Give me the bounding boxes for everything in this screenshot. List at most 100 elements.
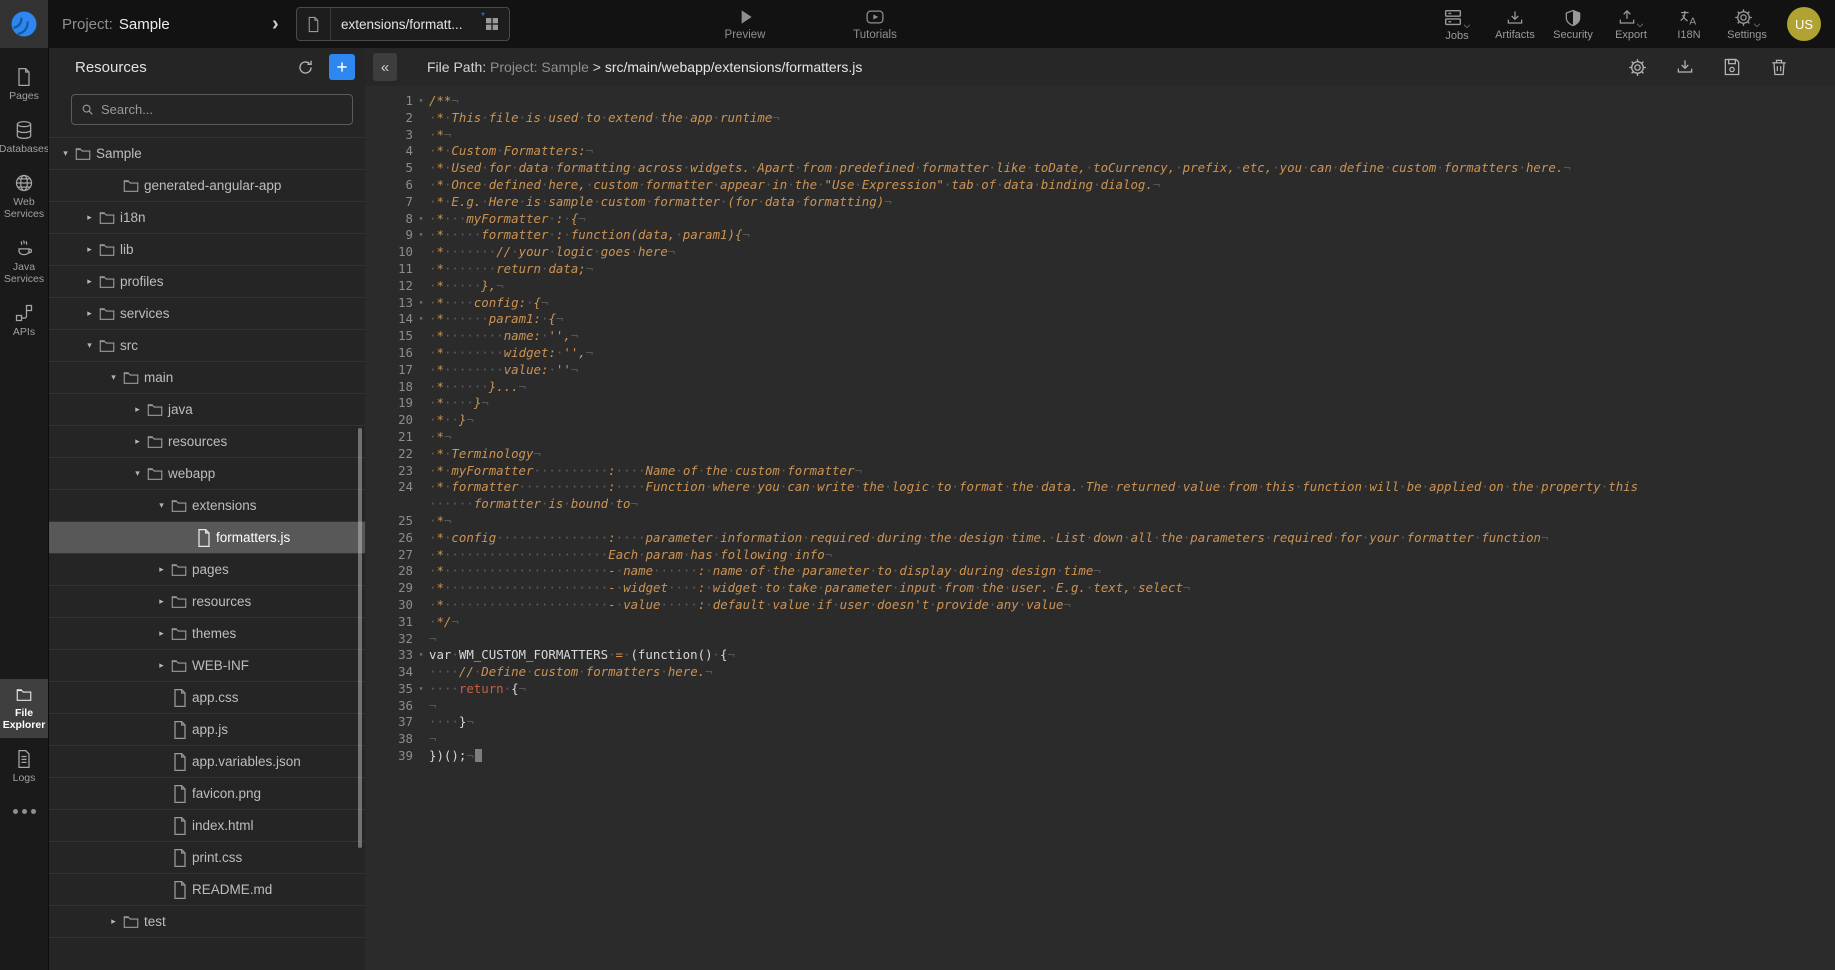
fold-arrow-icon[interactable]: ▾ (413, 211, 429, 228)
tree-item-app.js[interactable]: app.js (49, 714, 365, 746)
folder-icon (146, 465, 168, 483)
tree-right-arrow-icon[interactable]: ▸ (153, 596, 170, 607)
topbar-item-tutorials[interactable]: Tutorials (842, 0, 908, 48)
tree-right-arrow-icon[interactable]: ▸ (153, 660, 170, 671)
sidebar-item-file-explorer[interactable]: File Explorer (0, 679, 48, 738)
tree-right-arrow-icon[interactable]: ▸ (129, 404, 146, 415)
more-options-button[interactable] (0, 795, 48, 828)
tree-right-arrow-icon[interactable]: ▸ (153, 564, 170, 575)
folder-icon (170, 657, 192, 675)
tree-down-arrow-icon[interactable]: ▾ (57, 148, 74, 159)
tree-right-arrow-icon[interactable]: ▸ (81, 244, 98, 255)
folder-icon (98, 305, 120, 323)
tree-item-pages[interactable]: ▸ pages (49, 554, 365, 586)
folder-icon (98, 337, 120, 355)
settings-button[interactable] (1623, 53, 1652, 82)
tree-item-generated-angular-app[interactable]: generated-angular-app (49, 170, 365, 202)
topbar-item-artifacts[interactable]: Artifacts (1491, 0, 1539, 48)
tree-item-main[interactable]: ▾ main (49, 362, 365, 394)
topbar-item-preview[interactable]: Preview (712, 0, 778, 48)
search-icon (80, 102, 95, 117)
refresh-button[interactable] (292, 54, 319, 81)
dashboard-grid-icon[interactable]: * (475, 8, 509, 40)
tree-item-web-inf[interactable]: ▸ WEB-INF (49, 650, 365, 682)
delete-button[interactable] (1765, 53, 1793, 81)
tree-item-test[interactable]: ▸ test (49, 906, 365, 938)
code-line-9: 9▾·*·····formatter·:·function(data,·para… (365, 227, 1835, 244)
tree-item-src[interactable]: ▾ src (49, 330, 365, 362)
tree-item-resources[interactable]: ▸ resources (49, 586, 365, 618)
project-chevron-icon[interactable]: › (272, 0, 279, 48)
tree-item-readme.md[interactable]: README.md (49, 874, 365, 906)
tree-right-arrow-icon[interactable]: ▸ (81, 212, 98, 223)
sidebar-item-web-services[interactable]: Web Services (0, 166, 48, 227)
code-line-27: 27·*······················Each·param·has… (365, 547, 1835, 564)
tree-scrollbar[interactable] (358, 428, 362, 848)
topbar-item-security[interactable]: Security (1549, 0, 1597, 48)
fold-arrow-icon[interactable]: ▾ (413, 647, 429, 664)
tree-item-index.html[interactable]: index.html (49, 810, 365, 842)
tree-item-profiles[interactable]: ▸ profiles (49, 266, 365, 298)
tree-right-arrow-icon[interactable]: ▸ (129, 436, 146, 447)
code-line-12: 12·*·····},¬ (365, 278, 1835, 295)
tree-right-arrow-icon[interactable]: ▸ (81, 276, 98, 287)
tree-item-themes[interactable]: ▸ themes (49, 618, 365, 650)
resources-header: Resources (49, 48, 365, 86)
tree-item-services[interactable]: ▸ services (49, 298, 365, 330)
tree-item-resources[interactable]: ▸ resources (49, 426, 365, 458)
code-line-4: 4·*·Custom·Formatters:¬ (365, 143, 1835, 160)
sidebar-item-pages[interactable]: Pages (0, 60, 48, 109)
topbar-item-i18n[interactable]: A I18N (1665, 0, 1713, 48)
fold-arrow-icon[interactable]: ▾ (413, 681, 429, 698)
sidebar-item-java-services[interactable]: Java Services (0, 231, 48, 292)
fold-arrow-icon[interactable]: ▾ (413, 93, 429, 110)
fold-spacer (413, 345, 429, 362)
app-logo[interactable] (0, 0, 48, 48)
tree-item-lib[interactable]: ▸ lib (49, 234, 365, 266)
tray-down-icon (1675, 57, 1695, 77)
tree-item-formatters.js[interactable]: formatters.js (49, 522, 365, 554)
add-resource-button[interactable] (329, 54, 355, 80)
search-input[interactable] (101, 102, 344, 117)
save-button[interactable] (1718, 53, 1746, 81)
tree-right-arrow-icon[interactable]: ▸ (81, 308, 98, 319)
fold-arrow-icon[interactable]: ▾ (413, 295, 429, 312)
folder-icon (98, 241, 120, 259)
tree-item-i18n[interactable]: ▸ i18n (49, 202, 365, 234)
tree-item-print.css[interactable]: print.css (49, 842, 365, 874)
tree-item-extensions[interactable]: ▾ extensions (49, 490, 365, 522)
trash-icon (1769, 57, 1789, 77)
tree-item-app.css[interactable]: app.css (49, 682, 365, 714)
collapse-panel-button[interactable]: « (373, 53, 397, 81)
topbar-item-settings[interactable]: Settings (1723, 0, 1771, 48)
tree-right-arrow-icon[interactable]: ▸ (153, 628, 170, 639)
fold-spacer (413, 614, 429, 631)
sidebar-item-databases[interactable]: Databases (0, 113, 48, 162)
tree-item-app.variables.json[interactable]: app.variables.json (49, 746, 365, 778)
tree-item-sample[interactable]: ▾ Sample (49, 138, 365, 170)
fold-arrow-icon[interactable]: ▾ (413, 311, 429, 328)
tree-item-java[interactable]: ▸ java (49, 394, 365, 426)
open-file-tab[interactable]: extensions/formatt... * (296, 7, 510, 41)
user-avatar[interactable]: US (1787, 7, 1821, 41)
sidebar-item-logs[interactable]: Logs (0, 742, 48, 791)
code-editor[interactable]: 1▾/**¬2·*·This·file·is·used·to·extend·th… (365, 86, 1835, 970)
tree-down-arrow-icon[interactable]: ▾ (153, 500, 170, 511)
topbar-right-actions: Jobs Artifacts Security ExportA I18N Set… (1433, 0, 1821, 48)
fold-arrow-icon[interactable]: ▾ (413, 227, 429, 244)
fold-spacer (413, 563, 429, 580)
tree-down-arrow-icon[interactable]: ▾ (81, 340, 98, 351)
tree-right-arrow-icon[interactable]: ▸ (105, 916, 122, 927)
tree-item-favicon.png[interactable]: favicon.png (49, 778, 365, 810)
tree-item-webapp[interactable]: ▾ webapp (49, 458, 365, 490)
fold-spacer (413, 328, 429, 345)
fold-spacer (413, 748, 429, 765)
tree-down-arrow-icon[interactable]: ▾ (129, 468, 146, 479)
topbar-item-jobs[interactable]: Jobs (1433, 0, 1481, 48)
topbar-item-export[interactable]: Export (1607, 0, 1655, 48)
fold-spacer (413, 446, 429, 463)
download-button[interactable] (1671, 53, 1699, 81)
resources-panel: Resources ▾ Sample generated-an (48, 48, 365, 970)
sidebar-item-apis[interactable]: APIs (0, 296, 48, 345)
tree-down-arrow-icon[interactable]: ▾ (105, 372, 122, 383)
